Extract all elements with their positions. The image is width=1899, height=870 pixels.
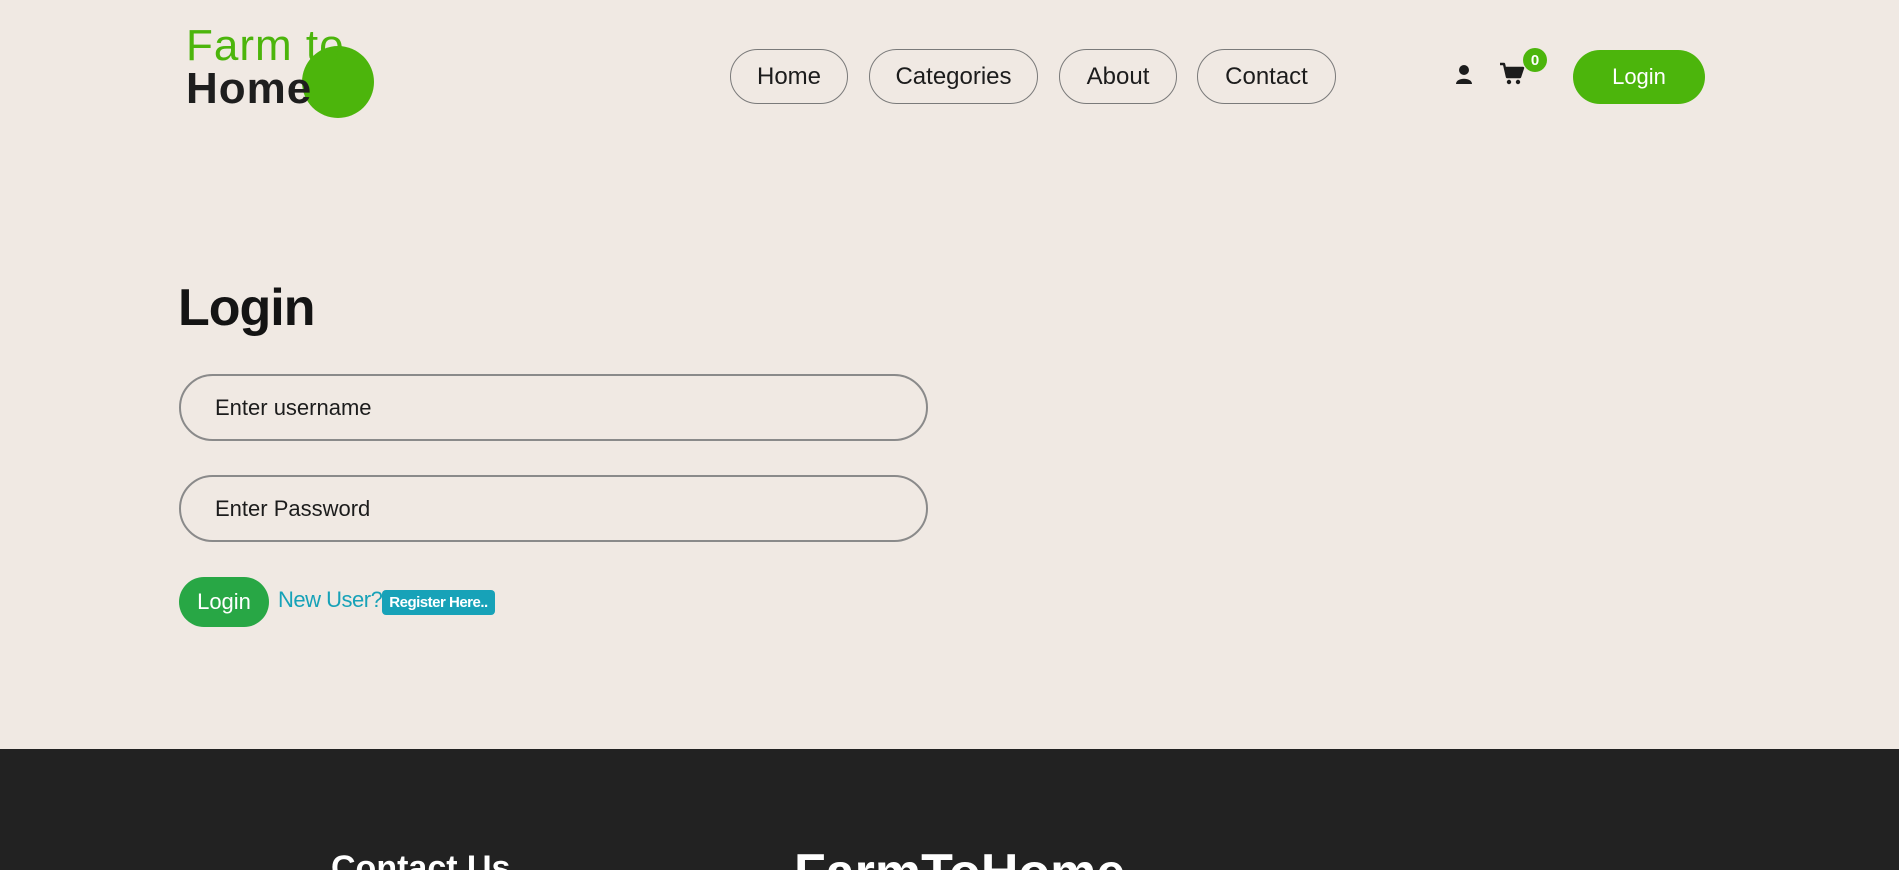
username-input[interactable] [179,374,928,441]
cart-icon[interactable] [1499,62,1525,86]
password-input[interactable] [179,475,928,542]
logo-text-line1: Farm to [186,21,345,70]
page-title: Login [178,279,316,337]
user-icon[interactable] [1455,64,1473,86]
cart-count-badge: 0 [1523,48,1547,72]
header-login-button[interactable]: Login [1573,50,1705,104]
site-header: Farm to Home Home Categories About Conta… [0,0,1899,160]
register-here-link[interactable]: Register Here.. [382,590,495,615]
logo-text-line2: Home [186,64,313,113]
brand-logo[interactable]: Farm to Home [186,24,386,124]
site-footer: Contact Us FarmToHome [0,749,1899,870]
nav-categories[interactable]: Categories [869,49,1038,104]
nav-about[interactable]: About [1059,49,1177,104]
footer-contact-heading: Contact Us [331,849,511,870]
login-submit-button[interactable]: Login [179,577,269,627]
new-user-text: New User? [278,587,383,612]
nav-contact[interactable]: Contact [1197,49,1336,104]
nav-home[interactable]: Home [730,49,848,104]
footer-brand-heading: FarmToHome [794,843,1125,870]
